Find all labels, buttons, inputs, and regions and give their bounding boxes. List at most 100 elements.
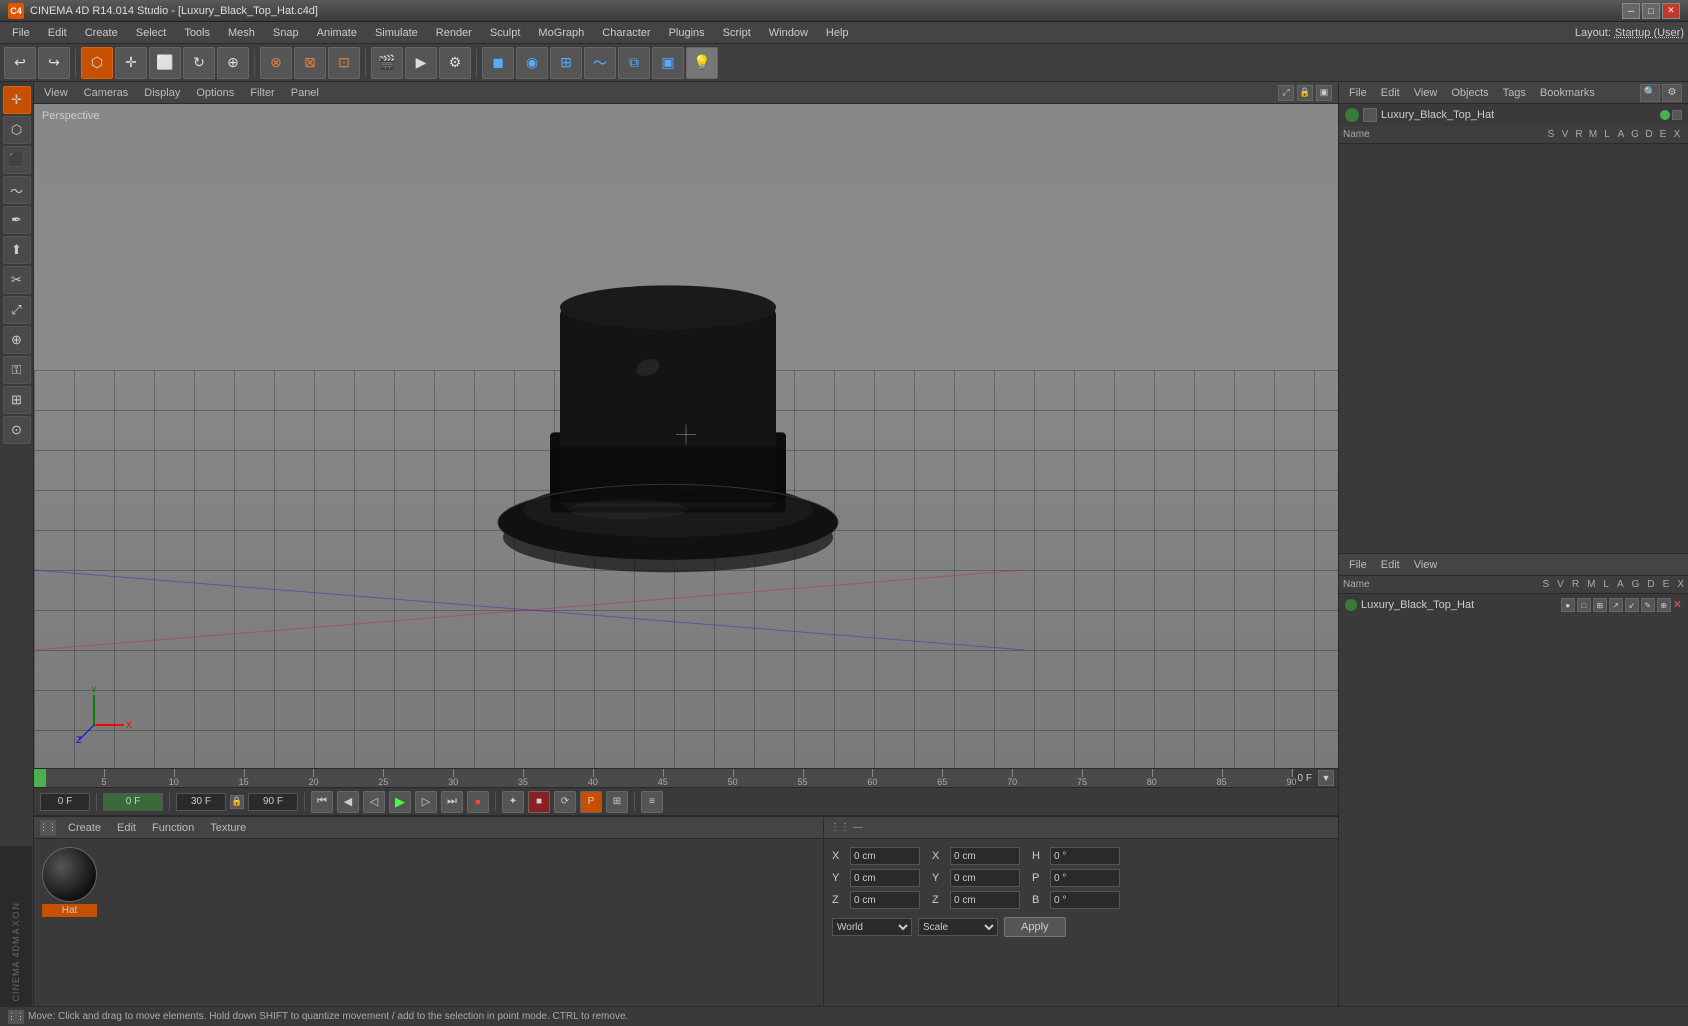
- render-settings-button[interactable]: ⚙: [439, 47, 471, 79]
- menu-mograph[interactable]: MoGraph: [530, 25, 592, 41]
- fps-input[interactable]: [176, 793, 226, 811]
- attrib-btn-5[interactable]: ↙: [1625, 598, 1639, 612]
- weld-tool[interactable]: ⊕: [3, 326, 31, 354]
- render-view-button[interactable]: ▶: [405, 47, 437, 79]
- viewport-lock-icon[interactable]: 🔒: [1297, 85, 1313, 101]
- minimize-button[interactable]: ─: [1622, 3, 1640, 19]
- play-button[interactable]: ▶: [389, 791, 411, 813]
- attrib-btn-1[interactable]: ●: [1561, 598, 1575, 612]
- material-menu-create[interactable]: Create: [64, 821, 105, 835]
- magnet-tool[interactable]: ⚿: [3, 356, 31, 384]
- viewport-menu-panel[interactable]: Panel: [287, 86, 323, 100]
- attrib-menu-view[interactable]: View: [1410, 558, 1442, 572]
- x-rotation-input[interactable]: [950, 847, 1020, 865]
- spline-tool[interactable]: 〜: [3, 176, 31, 204]
- loop-button[interactable]: ⟳: [554, 791, 576, 813]
- attrib-btn-2[interactable]: □: [1577, 598, 1591, 612]
- menu-create[interactable]: Create: [77, 25, 126, 41]
- object-mode-button[interactable]: ⊗: [260, 47, 292, 79]
- viewport-menu-options[interactable]: Options: [192, 86, 238, 100]
- menu-select[interactable]: Select: [128, 25, 175, 41]
- object-visibility-toggle[interactable]: [1345, 108, 1359, 122]
- menu-character[interactable]: Character: [594, 25, 658, 41]
- y-rotation-input[interactable]: [950, 869, 1020, 887]
- render-region-button[interactable]: 🎬: [371, 47, 403, 79]
- scale-tool-button[interactable]: ⬜: [149, 47, 181, 79]
- attrib-btn-7[interactable]: ⊕: [1657, 598, 1671, 612]
- transform-tool-button[interactable]: ⊕: [217, 47, 249, 79]
- menu-help[interactable]: Help: [818, 25, 857, 41]
- move-tool-button[interactable]: ✛: [115, 47, 147, 79]
- cube-button[interactable]: ◼: [482, 47, 514, 79]
- extrude-tool[interactable]: ⬆: [3, 236, 31, 264]
- objects-search-icon[interactable]: 🔍: [1640, 84, 1660, 102]
- key-all-button[interactable]: ✦: [502, 791, 524, 813]
- objects-menu-tags[interactable]: Tags: [1499, 86, 1530, 100]
- viewport-menu-display[interactable]: Display: [140, 86, 184, 100]
- fps-lock-icon[interactable]: 🔒: [230, 795, 244, 809]
- move-tool[interactable]: ✛: [3, 86, 31, 114]
- layer-tool[interactable]: ⊞: [3, 386, 31, 414]
- timeline-cursor[interactable]: [34, 769, 36, 787]
- play-reverse-button[interactable]: ◁: [363, 791, 385, 813]
- goto-start-button[interactable]: ⏮: [311, 791, 333, 813]
- timeline-expand-button[interactable]: ▼: [1318, 770, 1334, 786]
- objects-menu-view[interactable]: View: [1410, 86, 1442, 100]
- material-preview-ball[interactable]: [42, 847, 97, 902]
- objects-menu-file[interactable]: File: [1345, 86, 1371, 100]
- menu-simulate[interactable]: Simulate: [367, 25, 426, 41]
- knife-tool[interactable]: ✂: [3, 266, 31, 294]
- attrib-btn-4[interactable]: ↗: [1609, 598, 1623, 612]
- material-menu-texture[interactable]: Texture: [206, 821, 250, 835]
- selection-tool[interactable]: ⬡: [3, 116, 31, 144]
- frame-range-start-input[interactable]: [103, 793, 163, 811]
- menu-render[interactable]: Render: [428, 25, 480, 41]
- menu-plugins[interactable]: Plugins: [661, 25, 713, 41]
- timeline-manager-button[interactable]: ≡: [641, 791, 663, 813]
- b-input[interactable]: [1050, 891, 1120, 909]
- viewport-split-icon[interactable]: ▣: [1316, 85, 1332, 101]
- attrib-menu-file[interactable]: File: [1345, 558, 1371, 572]
- menu-sculpt[interactable]: Sculpt: [482, 25, 529, 41]
- attrib-remove-button[interactable]: ✕: [1673, 598, 1682, 612]
- undo-button[interactable]: ↩: [4, 47, 36, 79]
- pen-tool[interactable]: ✒: [3, 206, 31, 234]
- timeline-ruler[interactable]: 051015202530354045505560657075808590: [34, 769, 1292, 787]
- attrib-object-icon[interactable]: [1345, 599, 1357, 611]
- stop-button[interactable]: ■: [528, 791, 550, 813]
- menu-animate[interactable]: Animate: [309, 25, 365, 41]
- z-rotation-input[interactable]: [950, 891, 1020, 909]
- x-position-input[interactable]: [850, 847, 920, 865]
- nurbs-button[interactable]: ◉: [516, 47, 548, 79]
- array-button[interactable]: ⊞: [550, 47, 582, 79]
- end-frame-input[interactable]: [248, 793, 298, 811]
- material-menu-edit[interactable]: Edit: [113, 821, 140, 835]
- attrib-btn-3[interactable]: ⊞: [1593, 598, 1607, 612]
- menu-file[interactable]: File: [4, 25, 38, 41]
- menu-tools[interactable]: Tools: [176, 25, 218, 41]
- viewport-menu-cameras[interactable]: Cameras: [80, 86, 133, 100]
- next-frame-button[interactable]: ▷: [415, 791, 437, 813]
- object-visible-in-editor-dot[interactable]: [1660, 110, 1670, 120]
- viewport-canvas[interactable]: Perspective: [34, 104, 1338, 768]
- p-input[interactable]: [1050, 869, 1120, 887]
- z-position-input[interactable]: [850, 891, 920, 909]
- y-position-input[interactable]: [850, 869, 920, 887]
- goto-end-button[interactable]: ⏭: [441, 791, 463, 813]
- edges-mode-button[interactable]: ⊡: [328, 47, 360, 79]
- menu-edit[interactable]: Edit: [40, 25, 75, 41]
- deformer-button[interactable]: ⧉: [618, 47, 650, 79]
- menu-snap[interactable]: Snap: [265, 25, 307, 41]
- current-frame-input[interactable]: [40, 793, 90, 811]
- select-tool-button[interactable]: ⬡: [81, 47, 113, 79]
- menu-window[interactable]: Window: [761, 25, 816, 41]
- layout-value[interactable]: Startup (User): [1615, 27, 1684, 39]
- viewport-menu-filter[interactable]: Filter: [246, 86, 278, 100]
- attrib-btn-6[interactable]: ✎: [1641, 598, 1655, 612]
- object-visible-in-render-box[interactable]: [1672, 110, 1682, 120]
- autokey-button[interactable]: P: [580, 791, 602, 813]
- rotate-tool-button[interactable]: ↻: [183, 47, 215, 79]
- objects-menu-edit[interactable]: Edit: [1377, 86, 1404, 100]
- timeline-area[interactable]: 051015202530354045505560657075808590 0 F…: [34, 768, 1338, 788]
- points-mode-button[interactable]: ⊠: [294, 47, 326, 79]
